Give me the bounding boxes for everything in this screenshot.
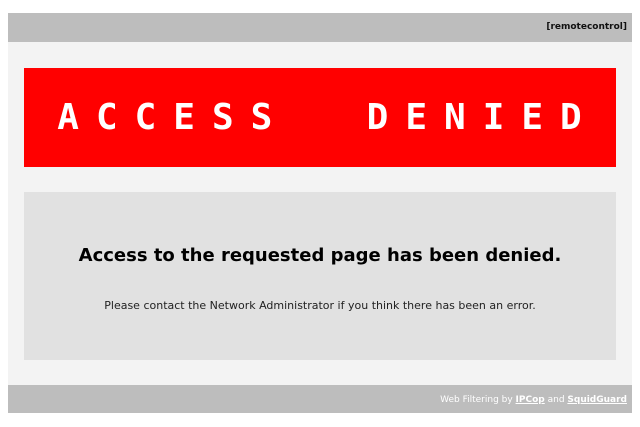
footer-middle: and	[544, 395, 568, 405]
top-bar: [remotecontrol]	[8, 13, 632, 42]
bottom-bar: Web Filtering by IPCop and SquidGuard	[8, 385, 632, 413]
ipcop-link[interactable]: IPCop	[516, 395, 545, 405]
footer-prefix: Web Filtering by	[440, 395, 516, 405]
squidguard-link[interactable]: SquidGuard	[567, 395, 627, 405]
remotecontrol-link[interactable]: [remotecontrol]	[546, 22, 627, 33]
message-text: Please contact the Network Administrator…	[104, 299, 536, 312]
message-box: Access to the requested page has been de…	[24, 192, 616, 360]
content-frame: [remotecontrol] ACCESS DENIED Access to …	[8, 13, 632, 413]
footer-credits: Web Filtering by IPCop and SquidGuard	[440, 395, 627, 405]
page: [remotecontrol] ACCESS DENIED Access to …	[0, 0, 640, 427]
message-heading: Access to the requested page has been de…	[78, 245, 562, 266]
access-denied-banner: ACCESS DENIED	[24, 68, 616, 167]
banner-title: ACCESS DENIED	[57, 97, 599, 138]
